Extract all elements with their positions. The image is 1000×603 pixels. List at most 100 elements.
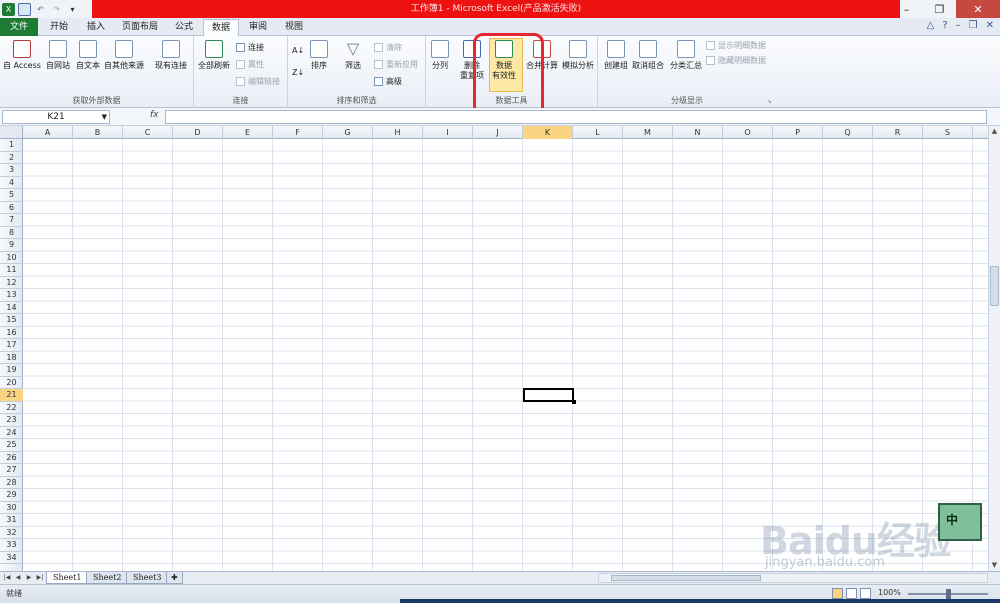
- column-header[interactable]: S: [923, 126, 973, 139]
- doc-minimize-icon[interactable]: –: [956, 20, 961, 31]
- tab-page-layout[interactable]: 页面布局: [114, 19, 166, 36]
- dialog-launcher-icon[interactable]: ↘: [767, 98, 772, 105]
- tab-insert[interactable]: 插入: [78, 19, 114, 36]
- row-header[interactable]: 2: [0, 152, 23, 164]
- column-header[interactable]: D: [173, 126, 223, 139]
- page-break-view-icon[interactable]: [860, 588, 871, 599]
- row-header[interactable]: 33: [0, 539, 23, 552]
- page-layout-view-icon[interactable]: [846, 588, 857, 599]
- worksheet-grid[interactable]: ABCDEFGHIJKLMNOPQRS 1 2 3 4 5 6 7 8 9 10 11 12 13 14 1…: [0, 126, 988, 571]
- row-header[interactable]: 12: [0, 277, 23, 289]
- sort-desc-button[interactable]: Z↓: [292, 68, 304, 77]
- row-header[interactable]: 4: [0, 177, 23, 189]
- row-header[interactable]: 15: [0, 314, 23, 327]
- clear-filter-button[interactable]: 清除: [374, 42, 402, 53]
- zoom-slider[interactable]: [908, 589, 988, 599]
- advanced-filter-button[interactable]: 高级: [374, 76, 402, 87]
- scroll-down-icon[interactable]: ▼: [989, 560, 1000, 571]
- row-header[interactable]: 1: [0, 139, 23, 152]
- save-icon[interactable]: [18, 2, 31, 16]
- row-header[interactable]: 32: [0, 527, 23, 539]
- fill-handle[interactable]: [572, 399, 576, 404]
- tab-data[interactable]: 数据: [203, 19, 239, 37]
- reapply-button[interactable]: 重新应用: [374, 59, 418, 70]
- horizontal-scrollbar[interactable]: [598, 573, 988, 583]
- active-cell-cursor[interactable]: [523, 387, 576, 404]
- last-sheet-icon[interactable]: ▶|: [35, 573, 45, 583]
- column-header[interactable]: I: [423, 126, 473, 139]
- doc-close-icon[interactable]: ✕: [986, 20, 994, 31]
- row-header[interactable]: 7: [0, 214, 23, 227]
- refresh-all-button[interactable]: 全部刷新: [198, 40, 230, 71]
- text-to-columns-button[interactable]: 分列: [431, 40, 449, 71]
- normal-view-icon[interactable]: [832, 588, 843, 599]
- tab-home[interactable]: 开始: [40, 19, 78, 36]
- ungroup-button[interactable]: 取消组合: [632, 40, 664, 71]
- sheet-tab-2[interactable]: Sheet2: [86, 572, 129, 584]
- sort-asc-button[interactable]: A↓: [292, 46, 304, 55]
- from-text-button[interactable]: 自文本: [76, 40, 100, 71]
- row-header[interactable]: 11: [0, 264, 23, 277]
- column-header[interactable]: A: [23, 126, 73, 139]
- tab-view[interactable]: 视图: [276, 19, 312, 36]
- row-header[interactable]: 28: [0, 477, 23, 489]
- row-header[interactable]: 17: [0, 339, 23, 352]
- zoom-slider-knob[interactable]: [946, 589, 951, 599]
- row-header[interactable]: 27: [0, 464, 23, 477]
- group-button[interactable]: 创建组: [604, 40, 628, 71]
- show-detail-button[interactable]: 显示明细数据: [706, 40, 766, 51]
- redo-icon[interactable]: ↷: [50, 3, 63, 16]
- minimize-button[interactable]: –: [890, 0, 923, 18]
- column-header[interactable]: H: [373, 126, 423, 139]
- column-header[interactable]: J: [473, 126, 523, 139]
- formula-input[interactable]: [165, 110, 987, 124]
- row-header[interactable]: 14: [0, 302, 23, 314]
- row-header[interactable]: 34: [0, 552, 23, 564]
- select-all-corner[interactable]: [0, 126, 23, 139]
- edit-links-button[interactable]: 编辑链接: [236, 76, 280, 87]
- hide-detail-button[interactable]: 隐藏明细数据: [706, 55, 766, 66]
- tab-formulas[interactable]: 公式: [166, 19, 202, 36]
- row-header[interactable]: 10: [0, 252, 23, 264]
- row-header[interactable]: 23: [0, 414, 23, 427]
- properties-button[interactable]: 属性: [236, 59, 264, 70]
- next-sheet-icon[interactable]: ▶: [24, 573, 34, 583]
- row-header[interactable]: 25: [0, 439, 23, 452]
- row-header[interactable]: 29: [0, 489, 23, 502]
- row-header[interactable]: 16: [0, 327, 23, 339]
- column-header[interactable]: P: [773, 126, 823, 139]
- restore-button[interactable]: ❐: [923, 0, 956, 18]
- undo-icon[interactable]: ↶: [34, 3, 47, 16]
- zoom-level[interactable]: 100%: [878, 588, 901, 597]
- insert-function-icon[interactable]: fx: [150, 110, 159, 120]
- filter-button[interactable]: ▽ 筛选: [344, 40, 362, 71]
- chevron-down-icon[interactable]: ▼: [102, 111, 107, 123]
- column-header[interactable]: M: [623, 126, 673, 139]
- column-header[interactable]: L: [573, 126, 623, 139]
- vertical-scrollbar[interactable]: ▲ ▼: [988, 126, 1000, 571]
- row-header[interactable]: 31: [0, 514, 23, 527]
- row-header[interactable]: 6: [0, 202, 23, 214]
- row-header[interactable]: 20: [0, 377, 23, 389]
- row-header[interactable]: 24: [0, 427, 23, 439]
- row-header[interactable]: 18: [0, 352, 23, 364]
- what-if-button[interactable]: 模拟分析: [562, 40, 594, 71]
- customize-qat-icon[interactable]: ▾: [66, 3, 79, 16]
- cells-area[interactable]: [23, 139, 988, 571]
- sheet-tab-3[interactable]: Sheet3: [126, 572, 169, 584]
- name-box[interactable]: K21 ▼: [2, 110, 110, 124]
- column-header[interactable]: G: [323, 126, 373, 139]
- from-access-button[interactable]: 自 Access: [3, 40, 41, 71]
- row-header[interactable]: 5: [0, 189, 23, 202]
- column-header[interactable]: K: [523, 126, 573, 139]
- sort-button[interactable]: 排序: [310, 40, 328, 71]
- connections-button[interactable]: 连接: [236, 42, 264, 53]
- column-header[interactable]: F: [273, 126, 323, 139]
- subtotal-button[interactable]: 分类汇总: [670, 40, 702, 71]
- ribbon-collapse-icon[interactable]: △: [927, 20, 935, 31]
- close-button[interactable]: ✕: [956, 0, 1000, 18]
- sheet-tab-1[interactable]: Sheet1: [46, 572, 89, 584]
- row-header[interactable]: 21: [0, 389, 23, 402]
- row-header[interactable]: 9: [0, 239, 23, 252]
- scroll-up-icon[interactable]: ▲: [989, 126, 1000, 137]
